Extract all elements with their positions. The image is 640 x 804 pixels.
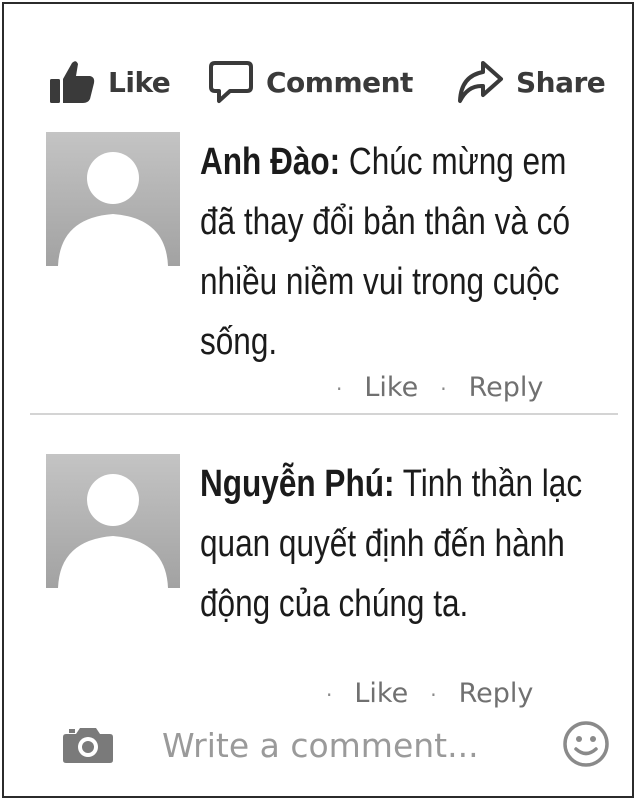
share-button[interactable]: Share bbox=[456, 52, 606, 112]
camera-icon[interactable] bbox=[62, 724, 114, 769]
smiley-icon[interactable] bbox=[562, 720, 610, 773]
comment-meta: · Like · Reply bbox=[336, 372, 543, 406]
like-button[interactable]: Like bbox=[48, 52, 171, 112]
comment-divider bbox=[30, 413, 618, 415]
comment-input[interactable]: Write a comment... bbox=[162, 726, 479, 765]
comment-reply-link[interactable]: Reply bbox=[469, 372, 544, 406]
default-avatar-icon[interactable] bbox=[46, 132, 180, 266]
comment-body: Anh Đào: Chúc mừng em đã thay đổi bản th… bbox=[200, 132, 610, 372]
comment-panel: Like Comment Share Anh Đào: Chúc mừng em… bbox=[2, 2, 634, 798]
comment-body: Nguyễn Phú: Tinh thần lạc quan quyết địn… bbox=[200, 454, 610, 634]
comment-meta: · Like · Reply bbox=[326, 678, 533, 712]
thumbs-up-icon bbox=[48, 59, 96, 105]
share-button-label: Share bbox=[516, 65, 606, 99]
comment-author[interactable]: Anh Đào: bbox=[200, 141, 340, 183]
comment-like-link[interactable]: Like bbox=[354, 678, 408, 712]
comment-button-label: Comment bbox=[266, 65, 413, 99]
comment-composer: Write a comment... bbox=[62, 714, 617, 774]
comment-author[interactable]: Nguyễn Phú: bbox=[200, 463, 394, 505]
default-avatar-icon[interactable] bbox=[46, 454, 180, 588]
comment-reply-link[interactable]: Reply bbox=[459, 678, 534, 712]
share-arrow-icon bbox=[456, 59, 504, 105]
post-action-bar: Like Comment Share bbox=[48, 52, 618, 112]
speech-bubble-icon bbox=[208, 59, 254, 105]
comment-like-link[interactable]: Like bbox=[364, 372, 418, 406]
comment-button[interactable]: Comment bbox=[208, 52, 413, 112]
like-button-label: Like bbox=[108, 65, 171, 99]
